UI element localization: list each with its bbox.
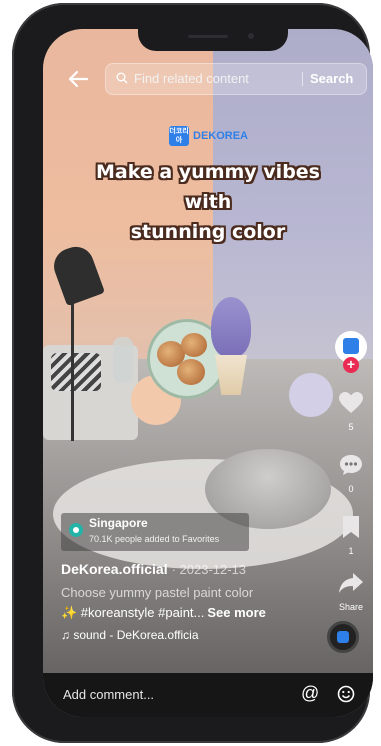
share-label: Share [338,602,364,612]
search-input[interactable]: Find related content Search [105,63,367,95]
disc-logo [337,631,349,643]
comment-icon [340,455,362,475]
pastry [177,359,205,385]
search-icon [116,72,128,84]
share-button[interactable]: Share [331,571,371,612]
headline-line-1: Make a yummy vibes with [96,161,320,213]
follow-button[interactable]: + [343,357,359,373]
comment-input[interactable]: Add comment... [63,687,154,702]
brand-logo: 더코리아 DEKOREA [169,125,248,147]
pastry [181,333,207,357]
search-placeholder: Find related content [134,71,249,86]
brand-name: DEKOREA [193,130,249,142]
like-button[interactable]: 5 [331,391,371,432]
ice-cream [211,297,251,357]
description-line-1: Choose yummy pastel paint color [61,585,254,600]
video-headline: Make a yummy vibes with stunning color [73,157,343,247]
share-icon [339,573,363,593]
at-icon[interactable]: @ [301,683,319,704]
divider [302,72,303,86]
description-line-2: ✨ #koreanstyle #paint... See more [61,605,266,621]
music-disc-icon[interactable] [327,621,359,653]
lamp-pole [71,291,74,441]
like-count: 5 [348,422,354,432]
comment-button[interactable]: 0 [331,453,371,494]
comment-bar: Add comment... @ [43,673,373,717]
phone-frame: Find related content Search 더코리아 DEKOREA… [12,3,373,743]
location-city: Singapore [89,516,148,530]
notch [138,23,288,51]
hashtags[interactable]: ✨ #koreanstyle #paint... [61,605,204,620]
video-screen[interactable]: Find related content Search 더코리아 DEKOREA… [43,29,373,717]
avatar-logo [343,338,359,354]
post-date: · 2023-12-13 [171,562,247,577]
top-bar: Find related content Search [43,63,373,95]
location-pin-icon [69,523,83,537]
location-tag[interactable]: Singapore 70.1K people added to Favorite… [61,513,249,551]
back-arrow-icon[interactable] [67,69,91,89]
see-more-link[interactable]: See more [207,605,266,620]
bookmark-icon [343,516,359,538]
heart-icon [339,392,363,413]
headline-line-2: stunning color [130,221,286,243]
comment-count: 0 [348,484,354,494]
search-button[interactable]: Search [310,71,353,86]
brand-logo-mark: 더코리아 [169,126,189,146]
sound-link[interactable]: ♫ sound - DeKorea.officia [61,628,199,642]
author-line: DeKorea.official · 2023-12-13 [61,561,246,577]
striped-pillow [51,353,101,391]
author-name[interactable]: DeKorea.official [61,561,168,577]
emoji-icon[interactable] [337,685,355,703]
vase [113,337,133,383]
lavender-swatch [289,373,333,417]
favorite-button[interactable]: 1 [331,515,371,556]
favorite-count: 1 [348,546,354,556]
location-favorites-note: 70.1K people added to Favorites [89,534,220,544]
